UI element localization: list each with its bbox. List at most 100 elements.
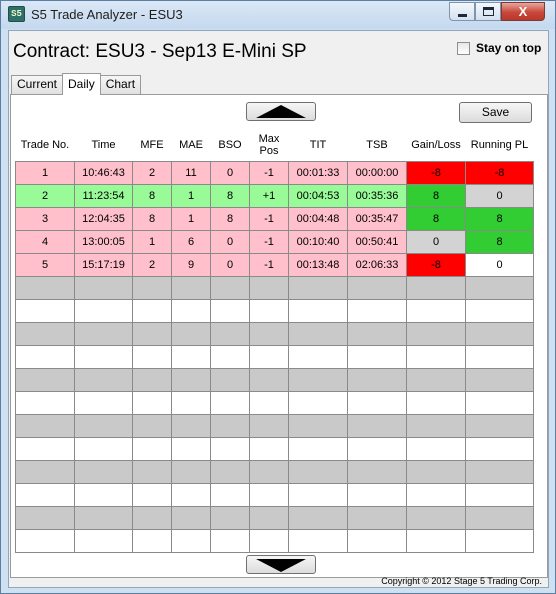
table-cell[interactable]: 02:06:33 [347,252,407,277]
table-cell[interactable] [288,344,348,369]
table-cell[interactable]: 0 [210,229,250,254]
table-cell[interactable] [406,298,466,323]
table-cell[interactable] [288,436,348,461]
table-cell[interactable] [132,505,172,530]
table-cell[interactable] [288,413,348,438]
table-cell[interactable]: 8 [210,206,250,231]
table-cell[interactable]: 2 [132,252,172,277]
table-cell[interactable] [74,275,133,300]
table-cell[interactable]: -8 [406,252,466,277]
table-cell[interactable]: 4 [15,229,75,254]
table-cell[interactable] [210,344,250,369]
table-cell[interactable] [249,528,289,553]
table-cell[interactable] [347,367,407,392]
table-cell[interactable] [132,413,172,438]
table-cell[interactable]: 8 [465,229,534,254]
table-cell[interactable] [210,321,250,346]
table-cell[interactable] [132,321,172,346]
empty-table-row[interactable] [15,298,534,323]
table-cell[interactable]: 00:13:48 [288,252,348,277]
table-cell[interactable] [171,528,211,553]
stay-on-top-label[interactable]: Stay on top [476,41,541,55]
col-header-tsb[interactable]: TSB [347,130,407,161]
table-cell[interactable]: 00:00:00 [347,160,407,185]
table-cell[interactable] [347,275,407,300]
table-cell[interactable]: 2 [132,160,172,185]
save-button[interactable]: Save [459,102,532,123]
table-cell[interactable] [465,413,534,438]
table-cell[interactable] [406,459,466,484]
table-cell[interactable] [74,390,133,415]
table-cell[interactable] [347,482,407,507]
table-cell[interactable] [347,505,407,530]
empty-table-row[interactable] [15,367,534,392]
empty-table-row[interactable] [15,436,534,461]
table-cell[interactable] [347,390,407,415]
empty-table-row[interactable] [15,321,534,346]
table-cell[interactable] [15,298,75,323]
table-cell[interactable]: 13:00:05 [74,229,133,254]
table-cell[interactable] [74,459,133,484]
table-cell[interactable] [15,390,75,415]
table-cell[interactable] [288,321,348,346]
table-cell[interactable] [465,298,534,323]
table-cell[interactable] [347,321,407,346]
table-cell[interactable] [15,505,75,530]
table-cell[interactable] [132,390,172,415]
table-cell[interactable]: 8 [406,183,466,208]
table-cell[interactable]: +1 [249,183,289,208]
table-cell[interactable] [347,344,407,369]
table-cell[interactable]: 00:04:48 [288,206,348,231]
tab-daily[interactable]: Daily [62,73,101,95]
table-cell[interactable] [210,528,250,553]
table-cell[interactable] [210,275,250,300]
table-cell[interactable] [210,298,250,323]
table-cell[interactable] [171,482,211,507]
table-cell[interactable]: -8 [465,160,534,185]
table-cell[interactable]: 8 [406,206,466,231]
table-cell[interactable]: 00:01:33 [288,160,348,185]
maximize-button[interactable] [475,2,501,21]
table-cell[interactable] [171,367,211,392]
table-cell[interactable]: 15:17:19 [74,252,133,277]
table-cell[interactable] [15,436,75,461]
table-cell[interactable] [465,505,534,530]
table-cell[interactable] [249,482,289,507]
scroll-up-button[interactable] [246,102,316,121]
table-cell[interactable] [288,482,348,507]
table-cell[interactable] [406,390,466,415]
empty-table-row[interactable] [15,482,534,507]
table-cell[interactable] [288,298,348,323]
table-cell[interactable] [406,482,466,507]
stay-on-top-option[interactable]: Stay on top [457,41,541,55]
table-cell[interactable] [465,528,534,553]
empty-table-row[interactable] [15,275,534,300]
table-cell[interactable]: -1 [249,229,289,254]
table-cell[interactable]: 1 [132,229,172,254]
col-header-max-pos[interactable]: Max Pos [249,130,289,161]
table-row[interactable]: 1 10:46:43 2 11 0 -1 00:01:33 00:00:00 -8 -8 [15,160,534,185]
app-icon[interactable]: S5 [8,6,25,22]
table-row[interactable]: 4 13:00:05 1 6 0 -1 00:10:40 00:50:41 0 8 [15,229,534,254]
table-cell[interactable] [15,459,75,484]
table-cell[interactable]: 00:10:40 [288,229,348,254]
table-cell[interactable] [15,344,75,369]
col-header-gain-loss[interactable]: Gain/Loss [406,130,466,161]
table-cell[interactable] [465,482,534,507]
table-cell[interactable] [210,505,250,530]
col-header-mfe[interactable]: MFE [132,130,172,161]
table-cell[interactable] [465,367,534,392]
table-cell[interactable] [288,367,348,392]
empty-table-row[interactable] [15,459,534,484]
scroll-down-button[interactable] [246,555,316,574]
table-cell[interactable]: 8 [210,183,250,208]
empty-table-row[interactable] [15,413,534,438]
table-cell[interactable] [210,413,250,438]
table-cell[interactable] [171,344,211,369]
table-cell[interactable] [249,321,289,346]
table-cell[interactable] [74,344,133,369]
table-row[interactable]: 5 15:17:19 2 9 0 -1 00:13:48 02:06:33 -8 0 [15,252,534,277]
table-cell[interactable] [249,298,289,323]
table-cell[interactable]: 00:35:47 [347,206,407,231]
table-cell[interactable] [465,436,534,461]
